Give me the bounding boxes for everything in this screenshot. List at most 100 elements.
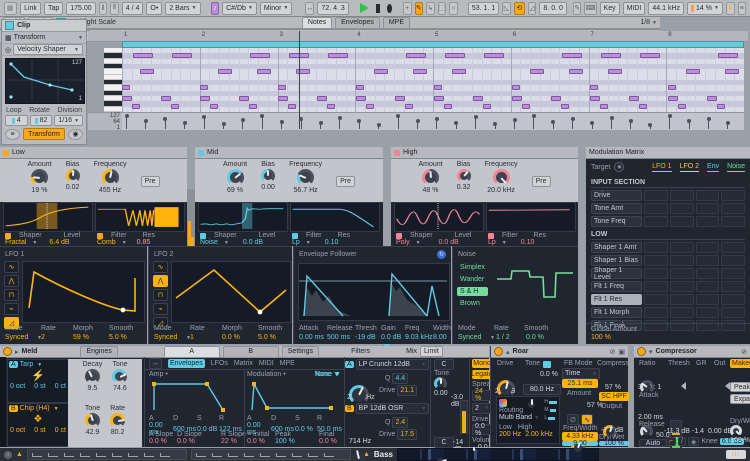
engine-a-type-menu[interactable]: Tarp xyxy=(20,361,34,368)
link-envelopes-icon[interactable]: ↔ xyxy=(149,358,162,369)
matrix-cell[interactable] xyxy=(721,190,745,201)
low-frequency-knob[interactable] xyxy=(102,169,119,186)
comp-knee-icon[interactable]: ⌐ xyxy=(666,437,676,446)
preferences-grid-icon[interactable]: ▦ xyxy=(4,2,17,15)
engine-b-type-menu[interactable]: Chip (H4) xyxy=(20,405,50,412)
engine-b-tag[interactable]: B xyxy=(9,405,18,412)
legato-button[interactable]: Legato xyxy=(472,370,492,379)
midi-note[interactable] xyxy=(639,104,647,109)
velocity-stem[interactable] xyxy=(669,116,670,129)
velocity-stem[interactable] xyxy=(320,123,321,129)
midi-note[interactable] xyxy=(473,96,483,101)
compressor-fold-icon[interactable]: ▾ xyxy=(649,348,653,356)
matrix-target-tab[interactable]: Env xyxy=(707,163,719,172)
matrix-cell[interactable] xyxy=(644,216,668,227)
midi-note[interactable] xyxy=(484,53,504,58)
roar-phase-invert-button[interactable]: ∅ xyxy=(567,414,579,425)
follow-playhead-icon[interactable]: ↳ xyxy=(426,2,435,15)
comp-thresh-value[interactable]: -11.3 dB xyxy=(664,428,690,435)
midi-note[interactable] xyxy=(140,69,154,74)
midi-note[interactable] xyxy=(718,53,738,58)
midi-note[interactable] xyxy=(171,104,179,109)
velocity-marker[interactable] xyxy=(474,115,478,119)
matrix-cell[interactable] xyxy=(696,242,720,253)
velocity-lane[interactable] xyxy=(122,112,744,130)
envf-release-value[interactable]: 500 ms xyxy=(327,334,355,341)
velocity-stem[interactable] xyxy=(417,121,418,129)
follow-icon[interactable]: ↔ xyxy=(305,2,314,15)
filter-b-q-field[interactable]: 2.4 xyxy=(392,417,408,428)
midi-note[interactable] xyxy=(444,104,452,109)
velocity-stem[interactable] xyxy=(611,118,612,129)
lfo-wave-sine-icon[interactable]: ∿ xyxy=(153,261,168,273)
midi-note[interactable] xyxy=(406,53,426,58)
noise-mode-value[interactable]: Synced xyxy=(458,334,488,341)
matrix-cell[interactable] xyxy=(644,242,668,253)
midi-note[interactable] xyxy=(512,85,520,90)
envf-thresh-value[interactable]: -19 dB xyxy=(355,334,381,341)
engine-b-ct[interactable]: 0 ct xyxy=(55,427,66,434)
velocity-stem[interactable] xyxy=(262,116,263,129)
noise-smooth-value[interactable]: 0.0 % xyxy=(526,334,544,341)
nudge-down-icon[interactable]: ‖ xyxy=(99,2,108,15)
envelope-follower-display[interactable] xyxy=(298,263,450,321)
velocity-marker[interactable] xyxy=(338,116,342,120)
matrix-cell[interactable] xyxy=(670,255,694,266)
menu-icon[interactable]: ≡ xyxy=(738,2,747,15)
lfo-wave-triangle-icon[interactable]: ⋀ xyxy=(4,275,19,287)
velocity-stem[interactable] xyxy=(650,125,651,129)
filter-b-type-menu[interactable]: BP 12dB OSR▼ xyxy=(356,403,429,414)
mono-button[interactable]: Mono xyxy=(472,359,492,368)
metronome-button[interactable]: O• xyxy=(146,2,162,15)
high-level-value[interactable]: 0.0 dB xyxy=(439,239,459,246)
low-level-value[interactable]: 6.4 dB xyxy=(49,239,69,246)
velocity-stem[interactable] xyxy=(184,123,185,129)
low-pre-button[interactable]: Pre xyxy=(141,176,160,187)
roar-fbmode-menu[interactable]: Time▼ xyxy=(562,368,600,379)
envf-freq-value[interactable]: 9.03 kHz xyxy=(405,334,433,341)
matrix-cell[interactable] xyxy=(696,307,720,318)
velocity-stem[interactable] xyxy=(708,119,709,130)
transform-section-header[interactable]: ▦ Transform ▼ xyxy=(2,32,86,44)
midi-note[interactable] xyxy=(590,85,598,90)
matrix-cell[interactable] xyxy=(721,294,745,305)
tab-mpe[interactable]: MPE xyxy=(383,17,410,29)
tempo-field[interactable]: 175.00 xyxy=(66,2,95,15)
engine-a-tone-knob[interactable] xyxy=(112,369,127,384)
comp-expand-menu[interactable]: Expand xyxy=(730,394,750,404)
amp-aslope-value[interactable]: 0.0 % xyxy=(149,438,177,445)
midi-note[interactable] xyxy=(452,69,466,74)
comp-makeup-button[interactable]: Makeup xyxy=(730,359,750,368)
matrix-cell[interactable] xyxy=(696,281,720,292)
midi-note[interactable] xyxy=(434,96,444,101)
matrix-cell[interactable] xyxy=(670,307,694,318)
velocity-marker[interactable] xyxy=(163,117,167,121)
high-device-activator[interactable] xyxy=(394,150,400,156)
punch-in-icon[interactable]: ◺ xyxy=(502,2,511,15)
low-amount-knob[interactable] xyxy=(31,169,48,186)
amp-rslope-value[interactable]: 22 % xyxy=(221,438,237,445)
midi-note[interactable] xyxy=(678,104,686,109)
velocity-stem[interactable] xyxy=(533,116,534,129)
midi-note[interactable] xyxy=(405,104,413,109)
matrix-row-label[interactable]: Flt 1 Morph xyxy=(591,307,642,318)
matrix-cell[interactable] xyxy=(644,294,668,305)
roar-fb-shape-button[interactable]: ∿ xyxy=(581,414,593,425)
computer-midi-keyboard-icon[interactable]: ⌨ xyxy=(584,2,596,15)
midi-note[interactable] xyxy=(122,96,132,101)
engine-a-ct[interactable]: 0 ct xyxy=(55,383,66,390)
roar-tone-freq-field[interactable]: 80.0 Hz xyxy=(523,384,561,395)
midi-note-grid[interactable] xyxy=(122,48,744,112)
midi-note[interactable] xyxy=(600,104,608,109)
midi-note[interactable] xyxy=(210,104,218,109)
midi-note[interactable] xyxy=(249,104,257,109)
matrix-target-tab[interactable]: LFO 1 xyxy=(652,163,671,172)
velocity-marker[interactable] xyxy=(707,117,711,121)
selection-box-icon[interactable]: ⬚ xyxy=(438,2,447,15)
midi-note[interactable] xyxy=(374,69,388,74)
midi-note[interactable] xyxy=(250,53,270,58)
velocity-stem[interactable] xyxy=(204,117,205,129)
noise-rate-value[interactable]: 1 / 2 xyxy=(496,334,526,341)
midi-note[interactable] xyxy=(132,104,140,109)
velocity-marker[interactable] xyxy=(435,117,439,121)
